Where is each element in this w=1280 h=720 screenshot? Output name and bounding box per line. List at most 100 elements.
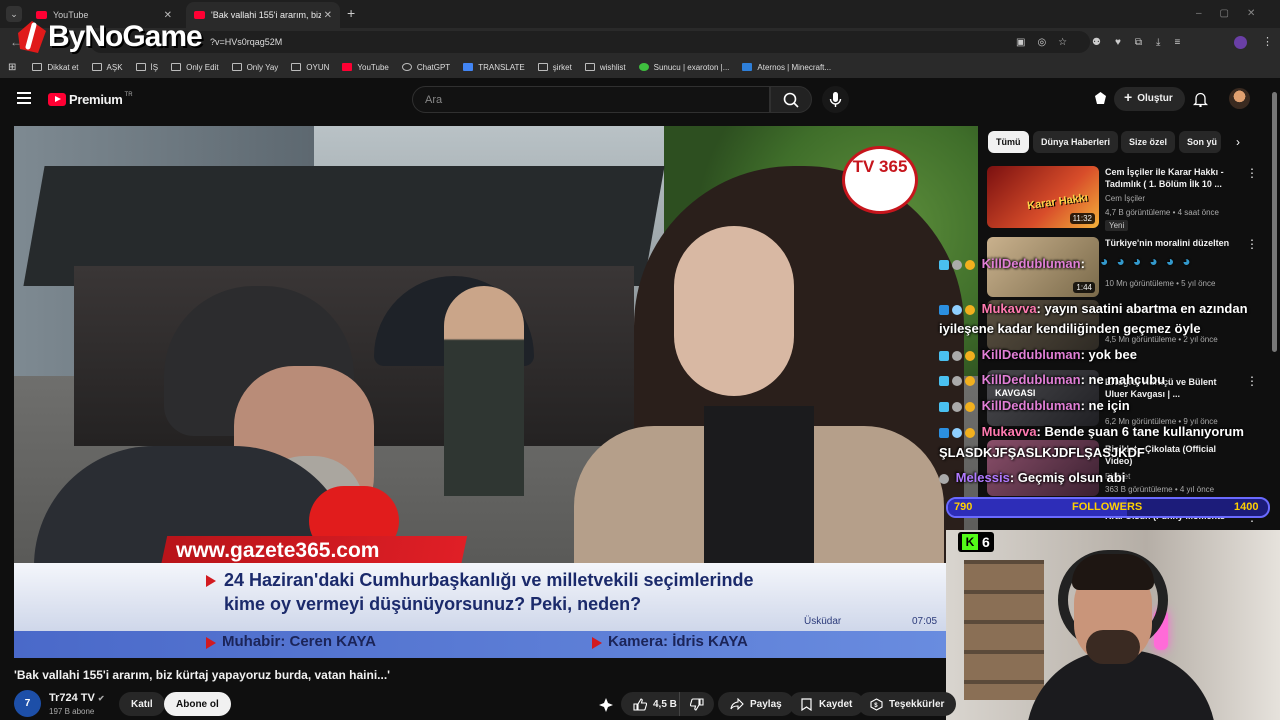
chat-badge-icon	[952, 401, 962, 412]
youtube-logo[interactable]: Premium TR	[48, 92, 133, 107]
url-text: ?v=HVs0rqag52M	[210, 37, 283, 47]
followers-current: 790	[954, 501, 973, 513]
new-tab-button[interactable]: +	[347, 5, 355, 21]
search-input[interactable]: Ara	[412, 86, 770, 113]
chip-recent[interactable]: Son yü	[1179, 131, 1221, 153]
streamer-beard	[1086, 630, 1140, 664]
folder-icon	[171, 63, 182, 71]
premium-label: Premium	[69, 92, 123, 107]
bookmark-item[interactable]: Aternos | Minecraft...	[742, 63, 831, 72]
more-options-icon[interactable]: ⋮	[1246, 237, 1258, 251]
followers-goal: 1400	[1234, 501, 1259, 513]
toolbar-icons[interactable]: ⚉♥⧉⤓≡	[1092, 37, 1194, 48]
bookmark-item[interactable]: Sunucu | exaroton |...	[638, 63, 729, 72]
profile-avatar[interactable]	[1234, 36, 1247, 49]
chat-message: KillDedubluman: ne mahçubu	[939, 372, 1165, 387]
subscriber-count: 197 B abone	[49, 707, 95, 716]
thumbnail-text: Karar Hakkı	[1026, 191, 1089, 213]
apps-icon[interactable]: ⊞	[8, 62, 16, 73]
subscribe-button[interactable]: Abone ol	[164, 692, 231, 716]
chat-username: Melessis	[955, 470, 1010, 485]
bookmark-item[interactable]: ChatGPT	[401, 63, 450, 72]
url-banner-text: www.gazete365.com	[176, 539, 380, 562]
chat-username: KillDedubluman	[981, 256, 1081, 271]
chip-for-you[interactable]: Size özel	[1121, 131, 1176, 153]
chat-text: : ne için	[1080, 398, 1130, 413]
tab-video[interactable]: 'Bak vallahi 155'i ararım, biz kür ✕	[186, 2, 340, 28]
more-options-icon[interactable]: ⋮	[1246, 166, 1258, 180]
ask-ai-icon[interactable]	[598, 697, 614, 713]
aternos-icon	[742, 63, 753, 71]
search-button[interactable]	[770, 86, 812, 113]
close-tab-icon[interactable]: ✕	[324, 10, 332, 21]
dislike-button[interactable]	[679, 692, 714, 716]
create-label: Oluştur	[1137, 93, 1173, 104]
bookmark-item[interactable]: wishlist	[584, 63, 626, 72]
video-title: 'Bak vallahi 155'i ararım, biz kürtaj ya…	[14, 668, 391, 682]
create-button[interactable]: + Oluştur	[1114, 87, 1185, 111]
chat-badge-icon	[952, 350, 962, 361]
chat-badge-icon	[939, 350, 949, 361]
channel-name[interactable]: Tr724 TV ✔	[49, 692, 105, 704]
bookmark-item[interactable]: Only Edit	[171, 63, 219, 72]
more-options-icon[interactable]: ⋮	[1246, 374, 1258, 388]
window-controls: –▢✕	[1196, 8, 1274, 19]
bookmark-item[interactable]: TRANSLATE	[463, 63, 525, 72]
reporter-arrow-icon	[206, 637, 216, 649]
watermark-text: ByNoGame	[48, 20, 203, 53]
thumbs-up-icon	[633, 697, 647, 711]
bookmark-item[interactable]: AŞK	[91, 63, 123, 72]
svg-text:$: $	[874, 703, 878, 709]
video-player[interactable]: TV 365 www.gazete365.com 24 Haziran'daki…	[14, 126, 978, 658]
bookmark-item[interactable]: YouTube	[342, 63, 389, 72]
video-title: Türkiye'nin moralini düzelten	[1105, 238, 1230, 248]
folder-icon	[291, 63, 302, 71]
join-button[interactable]: Katıl	[119, 692, 165, 716]
bookmark-item[interactable]: Only Yay	[231, 63, 278, 72]
video-thumbnail[interactable]: Karar Hakkı 11:32	[987, 166, 1099, 228]
voice-search-button[interactable]	[822, 86, 849, 113]
chat-username: KillDedubluman	[981, 347, 1081, 362]
bookmark-item[interactable]: Dikkat et	[32, 63, 79, 72]
thanks-button[interactable]: $ Teşekkürler	[858, 692, 957, 716]
like-button[interactable]: 4,5 B	[621, 692, 687, 716]
notifications-bell-icon[interactable]	[1193, 91, 1208, 107]
bookmark-item[interactable]: şirket	[537, 63, 572, 72]
followers-label: FOLLOWERS	[1072, 501, 1143, 513]
chat-badge-icon	[952, 427, 962, 438]
recommendation-item[interactable]: Karar Hakkı 11:32 Cem İşçiler ile Karar …	[987, 166, 1277, 232]
bookmark-item[interactable]: İŞ	[135, 63, 158, 72]
youtube-icon	[342, 63, 353, 71]
video-meta: 10 Mn görüntüleme • 5 yıl önce	[1105, 279, 1216, 288]
credits-bar	[14, 631, 978, 658]
cast-icon[interactable]	[1093, 91, 1108, 106]
kick-viewer-count: 6	[982, 534, 990, 550]
woman-face	[674, 226, 794, 396]
chat-username: KillDedubluman	[981, 398, 1081, 413]
user-avatar[interactable]	[1229, 88, 1250, 109]
bookmark-item[interactable]: OYUN	[291, 63, 329, 72]
video-meta: 363 B görüntüleme • 4 yıl önce	[1105, 485, 1215, 494]
thumbnail-text: KAVGASI	[995, 388, 1036, 398]
chat-badge-icon	[965, 375, 975, 386]
youtube-play-icon	[48, 93, 66, 106]
folder-icon	[32, 63, 43, 71]
new-badge: Yeni	[1105, 220, 1129, 231]
channel-avatar[interactable]: 7	[14, 690, 41, 717]
chevron-right-icon[interactable]: ›	[1236, 135, 1240, 149]
chat-message-continued: iyileşene kadar kendiliğinden geçmez öyl…	[939, 321, 1201, 336]
kick-logo-icon: K	[962, 534, 978, 550]
chat-badge-icon	[965, 427, 975, 438]
folder-icon	[231, 63, 242, 71]
camera-arrow-icon	[592, 637, 602, 649]
share-button[interactable]: Paylaş	[718, 692, 794, 716]
exaroton-icon	[638, 63, 649, 71]
extension-icons[interactable]: ▣◎☆	[1016, 37, 1079, 48]
chip-all[interactable]: Tümü	[988, 131, 1029, 153]
hamburger-menu-icon[interactable]	[17, 92, 31, 104]
save-button[interactable]: Kaydet	[789, 692, 865, 716]
like-count: 4,5 B	[653, 698, 677, 710]
menu-icon[interactable]: ⋮	[1262, 35, 1273, 48]
bookmark-icon	[801, 697, 812, 711]
chip-world-news[interactable]: Dünya Haberleri	[1033, 131, 1119, 153]
